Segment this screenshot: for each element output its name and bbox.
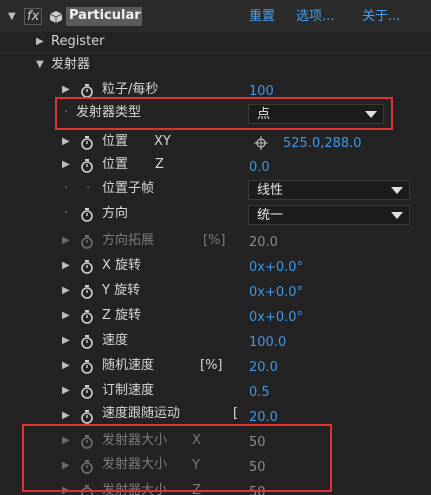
dropdown-value: 线性 [257,183,284,198]
highlight-emitter-size [22,424,332,492]
register-label: Register [51,34,105,49]
chevron-down-icon [391,212,403,219]
expand-icon[interactable]: ▶ [62,358,70,374]
effect-name-field[interactable]: Particular [66,7,142,26]
prop-y-rotation: ▶ Y 旋转 0x+0.0° [0,281,431,305]
prop-position-z: ▶ 位置 Z 0.0 [0,155,431,179]
emitter-label: 发射器 [51,57,91,72]
prop-label: 位置 [102,157,129,172]
prop-value[interactable]: 100.0 [249,335,286,351]
prop-indent-dot: · [64,181,69,196]
collapse-effect-icon[interactable]: ▼ [8,9,16,25]
options-link[interactable]: 选项... [296,9,334,25]
prop-value[interactable]: 525.0,288.0 [283,136,362,152]
prop-label: 速度 [102,333,129,348]
expand-register-icon[interactable]: ▶ [36,34,44,50]
prop-direction-spread: ▶ 方向拓展 [%] 20.0 [0,231,431,255]
prop-suffix: [%] [203,233,226,248]
position-subframe-dropdown[interactable]: 线性 [248,180,410,200]
stopwatch-icon[interactable] [80,409,94,425]
prop-label: 位置 [102,134,129,149]
expand-icon[interactable]: ▶ [62,383,70,399]
chevron-down-icon [391,187,403,194]
expand-icon[interactable]: ▶ [62,283,70,299]
expand-icon[interactable]: ▶ [62,258,70,274]
prop-label: 随机速度 [102,358,155,373]
prop-suffix: [ [233,406,239,421]
stopwatch-icon[interactable] [80,384,94,400]
prop-suffix: [%] [200,358,223,373]
direction-dropdown[interactable]: 统一 [248,205,410,225]
effect-header: ▼ fx Particular 重置 选项... 关于... [0,0,431,32]
stopwatch-icon[interactable] [80,135,94,151]
expand-icon[interactable]: ▶ [62,157,70,173]
prop-label: 速度跟随运动 [102,406,181,421]
collapse-emitter-icon[interactable]: ▼ [36,57,44,73]
stopwatch-icon[interactable] [80,309,94,325]
expand-icon[interactable]: ▶ [62,233,70,249]
reset-link[interactable]: 重置 [249,9,275,25]
prop-x-rotation: ▶ X 旋转 0x+0.0° [0,256,431,280]
prop-value[interactable]: 20.0 [249,360,278,376]
register-group[interactable]: ▶ Register [0,30,431,54]
expand-icon[interactable]: ▶ [62,308,70,324]
prop-velocity-random: ▶ 随机速度 [%] 20.0 [0,356,431,380]
prop-position-subframe: · · 位置子帧 线性 [0,179,431,203]
effect-name: Particular [69,8,141,23]
prop-label: 订制速度 [102,383,155,398]
prop-value[interactable]: 0x+0.0° [249,310,303,326]
prop-indent-dot: · [86,181,91,196]
effect-cube-icon [49,11,63,23]
about-link[interactable]: 关于... [362,9,400,25]
stopwatch-icon[interactable] [80,284,94,300]
prop-z-rotation: ▶ Z 旋转 0x+0.0° [0,306,431,330]
expand-icon[interactable]: ▶ [62,82,70,98]
stopwatch-icon[interactable] [80,359,94,375]
prop-label: Y 旋转 [102,283,141,298]
prop-value[interactable]: 0.5 [249,385,270,401]
fx-toggle[interactable]: fx [24,8,43,25]
prop-label: 方向 [102,206,129,221]
stopwatch-icon[interactable] [80,207,94,223]
stopwatch-icon[interactable] [80,158,94,174]
prop-value[interactable]: 20.0 [249,235,278,251]
prop-suffix: XY [154,134,171,149]
prop-value[interactable]: 0.0 [249,160,270,176]
expand-icon[interactable]: ▶ [62,134,70,150]
expand-icon[interactable]: ▶ [62,333,70,349]
prop-velocity: ▶ 速度 100.0 [0,331,431,355]
expand-icon[interactable]: ▶ [62,408,70,424]
prop-velocity-distribution: ▶ 订制速度 0.5 [0,381,431,405]
prop-label: 位置子帧 [102,181,155,196]
prop-indent-dot: · [64,206,69,221]
prop-value[interactable]: 0x+0.0° [249,260,303,276]
crosshair-icon[interactable] [254,136,268,150]
prop-label: X 旋转 [102,258,142,273]
prop-label: 粒子/每秒 [102,82,159,97]
stopwatch-icon[interactable] [80,259,94,275]
prop-label: Z 旋转 [102,308,142,323]
prop-direction: · 方向 统一 [0,204,431,228]
dropdown-value: 统一 [257,208,284,223]
prop-suffix: Z [155,157,164,172]
prop-position-xy: ▶ 位置 XY 525.0,288.0 [0,130,431,154]
prop-label: 方向拓展 [102,233,155,248]
emitter-group[interactable]: ▼ 发射器 [0,55,431,79]
stopwatch-icon[interactable] [80,234,94,250]
stopwatch-icon[interactable] [80,334,94,350]
prop-value[interactable]: 0x+0.0° [249,285,303,301]
highlight-emitter-type [55,97,393,130]
